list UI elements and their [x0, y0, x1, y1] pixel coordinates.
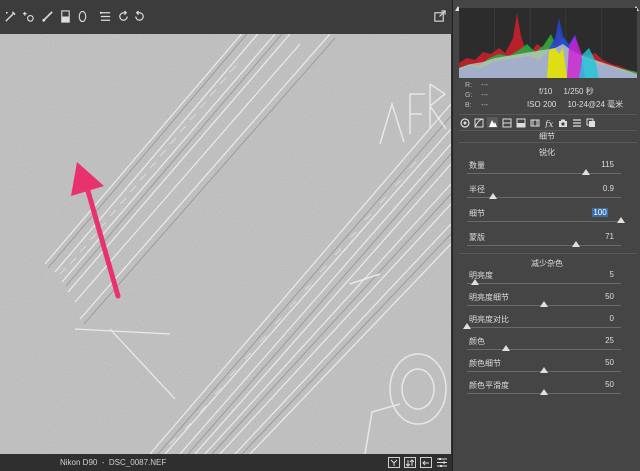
tab-camera-calibration-icon[interactable] [557, 117, 568, 128]
slider-track[interactable] [467, 301, 621, 307]
noise-reduction-title: 减少杂色 [531, 259, 563, 268]
export-icon[interactable] [432, 9, 446, 23]
filename-label: Nikon D90 - DSC_0087.NEF [60, 458, 167, 467]
divider [459, 114, 637, 115]
slider-value[interactable]: 71 [574, 232, 614, 241]
b-label: B: [465, 102, 472, 109]
slider-track[interactable] [467, 169, 621, 175]
slider-value[interactable]: 115 [574, 160, 614, 169]
tab-detail-icon[interactable] [487, 117, 498, 128]
svg-text:fx: fx [544, 120, 553, 128]
slider-value[interactable]: 25 [574, 336, 614, 345]
slider-track[interactable] [467, 193, 621, 199]
adjustment-brush-icon[interactable] [3, 9, 17, 23]
brush-icon[interactable] [40, 9, 54, 23]
slider-value[interactable]: 50 [574, 380, 614, 389]
histogram-graph [459, 8, 637, 78]
slider-value[interactable]: 0 [574, 314, 614, 323]
radial-filter-icon[interactable] [75, 9, 89, 23]
embossed-image [0, 34, 451, 454]
slider-value[interactable]: 5 [574, 270, 614, 279]
rotate-cw-icon[interactable] [132, 9, 146, 23]
presets-list-icon[interactable] [98, 9, 112, 23]
copy-settings-icon[interactable] [420, 457, 432, 468]
spot-removal-icon[interactable] [21, 9, 35, 23]
slider-thumb[interactable] [501, 345, 510, 351]
tab-basic-icon[interactable] [459, 117, 470, 128]
tab-hsl-icon[interactable] [501, 117, 512, 128]
b-value: --- [481, 102, 488, 109]
slider-thumb[interactable] [463, 323, 471, 329]
tab-snapshots-icon[interactable] [585, 117, 596, 128]
slider-value[interactable]: 0.9 [574, 184, 614, 193]
panel-tabs: fx [457, 116, 639, 130]
slider-label: 明亮度细节 [469, 293, 509, 302]
slider-track[interactable] [467, 345, 621, 351]
slider-label: 细节 [469, 209, 485, 218]
image-canvas[interactable] [0, 34, 451, 454]
slider-track[interactable] [467, 217, 625, 223]
readout: R: --- G: --- B: --- f/10 1/250 秒 ISO 20… [459, 80, 637, 114]
slider-thumb[interactable] [572, 241, 581, 247]
slider-label: 颜色 [469, 337, 485, 346]
slider-label: 颜色平滑度 [469, 381, 509, 390]
slider-track[interactable] [463, 323, 621, 329]
status-bar: Nikon D90 - DSC_0087.NEF [0, 454, 452, 471]
slider-label: 颜色细节 [469, 359, 501, 368]
slider-thumb[interactable] [617, 217, 625, 223]
slider-label: 半径 [469, 185, 485, 194]
tab-split-toning-icon[interactable] [515, 117, 526, 128]
right-panel: R: --- G: --- B: --- f/10 1/250 秒 ISO 20… [452, 0, 640, 471]
settings-menu-icon[interactable] [436, 457, 448, 468]
slider-value[interactable]: 50 [574, 292, 614, 301]
toolbar [0, 0, 452, 34]
slider-thumb[interactable] [540, 367, 548, 373]
slider-track[interactable] [467, 389, 621, 395]
tab-tone-curve-icon[interactable] [473, 117, 484, 128]
tab-lens-icon[interactable] [529, 117, 540, 128]
exposure-info: f/10 1/250 秒 [539, 87, 594, 96]
slider-track[interactable] [467, 279, 621, 285]
g-label: G: [465, 92, 473, 99]
slider-track[interactable] [467, 241, 621, 247]
g-value: --- [481, 92, 488, 99]
histogram [459, 8, 637, 78]
r-label: R: [465, 82, 472, 89]
graduated-filter-icon[interactable] [58, 9, 72, 23]
slider-label: 明亮度对比 [469, 315, 509, 324]
rotate-ccw-icon[interactable] [116, 9, 130, 23]
divider [459, 142, 637, 143]
slider-thumb[interactable] [581, 169, 590, 175]
y-compare-icon[interactable] [388, 457, 400, 468]
slider-value[interactable]: 50 [574, 358, 614, 367]
iso-lens-info: ISO 200 10-24@24 毫米 [527, 100, 624, 109]
section-title: 细节 [539, 132, 555, 141]
slider-label: 数量 [469, 161, 485, 170]
divider [459, 253, 637, 254]
slider-thumb[interactable] [540, 301, 548, 307]
slider-thumb[interactable] [489, 193, 498, 199]
tab-presets-icon[interactable] [571, 117, 582, 128]
slider-thumb[interactable] [540, 389, 548, 395]
r-value: --- [481, 82, 488, 89]
slider-thumb[interactable] [470, 279, 479, 285]
slider-label: 蒙版 [469, 233, 485, 242]
slider-track[interactable] [467, 367, 621, 373]
swap-icon[interactable] [404, 457, 416, 468]
sharpen-title: 锐化 [539, 148, 555, 157]
tab-effects-icon[interactable]: fx [543, 117, 554, 128]
slider-value[interactable]: 100 [592, 208, 608, 217]
